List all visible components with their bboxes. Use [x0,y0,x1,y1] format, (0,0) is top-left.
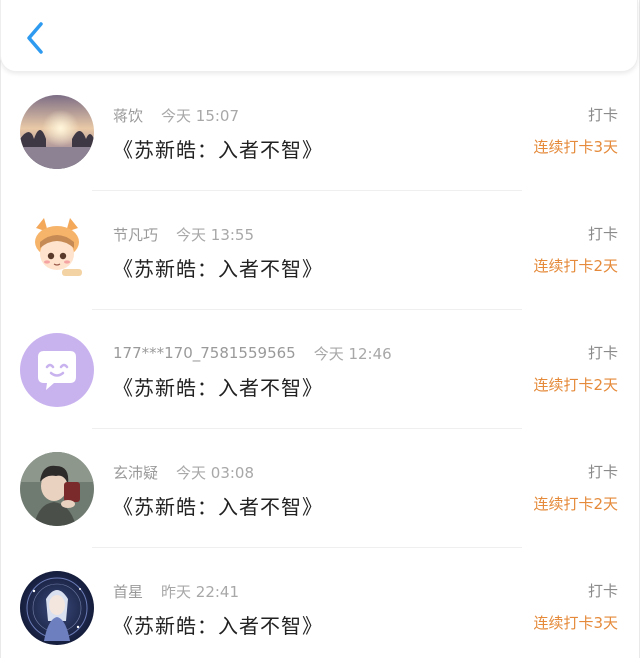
user-name[interactable]: 首星 [113,581,143,602]
cartoon-chibi-avatar [20,214,94,288]
avatar[interactable] [20,95,94,169]
anime-character-avatar [20,571,94,645]
book-title[interactable]: 《苏新皓：入者不智》 [113,491,323,520]
list-item[interactable]: 蒋饮 今天 15:07 《苏新皓：入者不智》 打卡 连续打卡3天 [0,72,640,191]
checkin-label: 打卡 [587,225,618,243]
checkin-label: 打卡 [587,463,618,481]
streak-badge: 连续打卡2天 [533,376,618,394]
entry-meta: 蒋饮 今天 15:07 [113,104,239,126]
timestamp: 今天 13:55 [176,225,255,244]
checkin-list: 蒋饮 今天 15:07 《苏新皓：入者不智》 打卡 连续打卡3天 节凡巧 今天 … [0,72,640,667]
checkin-label: 打卡 [587,106,618,124]
top-bar [0,0,638,72]
user-name[interactable]: 蒋饮 [113,105,143,126]
timestamp: 昨天 22:41 [161,582,240,601]
timestamp: 今天 12:46 [313,344,392,363]
checkin-label: 打卡 [587,582,618,600]
user-name[interactable]: 177***170_7581559565 [113,344,296,362]
user-name[interactable]: 节凡巧 [113,224,158,245]
entry-meta: 节凡巧 今天 13:55 [113,223,254,245]
sunset-landscape-avatar [20,95,94,169]
book-title[interactable]: 《苏新皓：入者不智》 [113,372,323,401]
default-chat-avatar [20,333,94,407]
avatar[interactable] [20,333,94,407]
entry-meta: 首星 昨天 22:41 [113,580,239,602]
list-item[interactable]: 首星 昨天 22:41 《苏新皓：入者不智》 打卡 连续打卡3天 [0,548,640,667]
streak-badge: 连续打卡2天 [533,495,618,513]
avatar[interactable] [20,452,94,526]
entry-meta: 玄沛疑 今天 03:08 [113,461,254,483]
book-title[interactable]: 《苏新皓：入者不智》 [113,253,323,282]
chevron-left-icon [27,22,43,54]
list-item[interactable]: 节凡巧 今天 13:55 《苏新皓：入者不智》 打卡 连续打卡2天 [0,191,640,310]
back-button[interactable] [19,18,53,58]
streak-badge: 连续打卡2天 [533,257,618,275]
user-name[interactable]: 玄沛疑 [113,462,158,483]
timestamp: 今天 03:08 [176,463,255,482]
streak-badge: 连续打卡3天 [533,138,618,156]
timestamp: 今天 15:07 [161,106,240,125]
checkin-label: 打卡 [587,344,618,362]
streak-badge: 连续打卡3天 [533,614,618,632]
book-title[interactable]: 《苏新皓：入者不智》 [113,610,323,639]
portrait-avatar [20,452,94,526]
entry-meta: 177***170_7581559565 今天 12:46 [113,342,392,364]
avatar[interactable] [20,214,94,288]
list-item[interactable]: 177***170_7581559565 今天 12:46 《苏新皓：入者不智》… [0,310,640,429]
avatar[interactable] [20,571,94,645]
list-item[interactable]: 玄沛疑 今天 03:08 《苏新皓：入者不智》 打卡 连续打卡2天 [0,429,640,548]
book-title[interactable]: 《苏新皓：入者不智》 [113,134,323,163]
